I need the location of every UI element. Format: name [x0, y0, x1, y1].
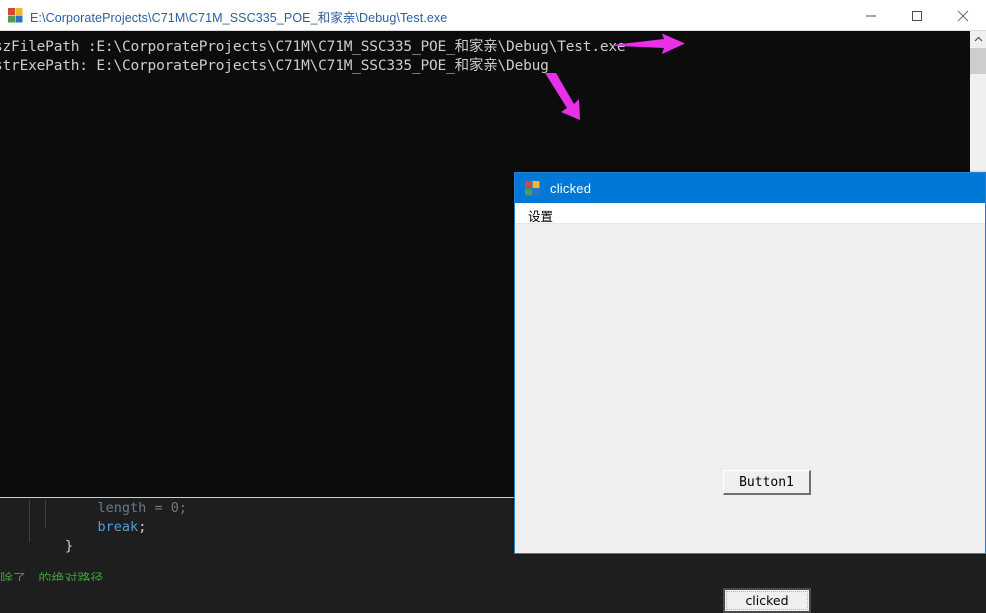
- app-blocks-icon: [524, 180, 541, 197]
- dialog-titlebar[interactable]: clicked: [515, 173, 985, 203]
- code-token: length: [97, 500, 147, 516]
- console-titlebar[interactable]: E:\CorporateProjects\C71M\C71M_SSC335_PO…: [0, 0, 986, 31]
- code-token: =: [146, 500, 171, 516]
- console-output-line: szFilePath :E:\CorporateProjects\C71M\C7…: [0, 39, 626, 55]
- code-comment-line: 除了...的绝对路径: [0, 568, 103, 581]
- code-token: break: [97, 519, 139, 535]
- close-icon: [957, 10, 969, 21]
- clicked-dialog-window: clicked 设置 Button1 clicked: [514, 172, 986, 613]
- app-blocks-icon: [7, 7, 24, 24]
- scrollbar-thumb[interactable]: [970, 48, 986, 74]
- chevron-up-icon: [974, 36, 982, 42]
- clicked-button[interactable]: clicked: [723, 588, 811, 613]
- maximize-icon: [912, 10, 922, 21]
- code-line: break;: [0, 519, 147, 535]
- minimize-icon: [866, 15, 876, 16]
- code-token: ;: [138, 519, 147, 535]
- code-line: length = 0;: [0, 500, 187, 516]
- button1-label: Button1: [739, 474, 794, 490]
- code-line: }: [0, 538, 73, 554]
- menu-item-settings[interactable]: 设置: [524, 205, 557, 226]
- console-title-text: E:\CorporateProjects\C71M\C71M_SSC335_PO…: [30, 11, 448, 25]
- button1-button[interactable]: Button1: [723, 470, 811, 495]
- dialog-client-area: Button1 clicked: [515, 224, 985, 613]
- clicked-button-label: clicked: [726, 591, 808, 610]
- code-token: 0: [170, 500, 179, 516]
- console-output-line: strExePath: E:\CorporateProjects\C71M\C7…: [0, 58, 549, 74]
- maximize-button[interactable]: [894, 0, 940, 31]
- close-button[interactable]: [940, 0, 986, 31]
- dialog-menubar[interactable]: 设置: [515, 203, 985, 224]
- code-token: 除了...的绝对路径: [0, 572, 104, 581]
- code-token: }: [0, 538, 74, 554]
- minimize-button[interactable]: [848, 0, 894, 31]
- dialog-title-text: clicked: [550, 180, 592, 196]
- scrollbar-up-button[interactable]: [970, 31, 986, 48]
- code-token: ;: [178, 500, 187, 516]
